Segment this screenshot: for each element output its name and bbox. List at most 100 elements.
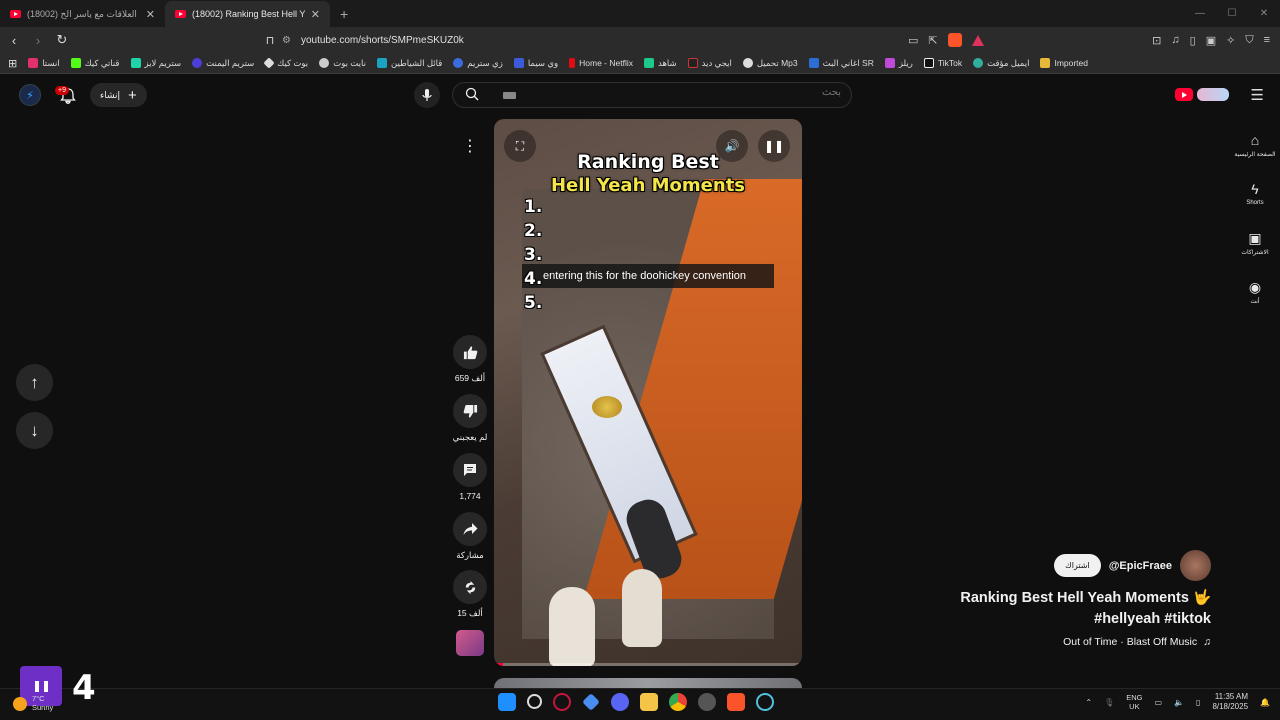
next-short-button[interactable]: ↓ bbox=[16, 412, 53, 449]
notifications-tray-icon[interactable]: 🔔 bbox=[1260, 698, 1270, 707]
brave-shields-icon[interactable] bbox=[947, 33, 962, 47]
opera-icon[interactable] bbox=[553, 693, 571, 711]
bookmark-item[interactable]: وي سيما bbox=[513, 58, 558, 69]
brave-icon[interactable] bbox=[727, 693, 745, 711]
sidebar-icon[interactable]: ▯ bbox=[1190, 34, 1196, 47]
music-attribution[interactable]: Out of Time · Blast Off Music ♫ bbox=[1063, 636, 1211, 648]
browser-tab[interactable]: (18002) كيف تنجح العلاقات مع ياسر الح.. … bbox=[0, 1, 165, 27]
bookmark-item[interactable]: شاهد bbox=[643, 58, 677, 69]
obs-icon[interactable] bbox=[698, 693, 716, 711]
share-page-icon[interactable]: ⇱ bbox=[928, 34, 937, 47]
volume-tray-icon[interactable]: 🔈 bbox=[1174, 698, 1184, 707]
vpn-icon[interactable]: ⛉ bbox=[1245, 34, 1253, 47]
pause-button[interactable]: ❚❚ bbox=[758, 130, 790, 162]
bookmark-item[interactable]: Home - Netflix bbox=[569, 58, 633, 68]
bookmark-item[interactable]: اغاني البث SR bbox=[808, 58, 874, 69]
leo-ai-icon[interactable]: ✧ bbox=[1226, 34, 1235, 47]
microphone-tray-icon[interactable]: 🎙 bbox=[1104, 698, 1114, 707]
search-icon[interactable] bbox=[465, 87, 479, 101]
remix-button[interactable] bbox=[453, 570, 487, 604]
create-button[interactable]: إنشاء + bbox=[90, 83, 147, 107]
close-tab-icon[interactable]: ✕ bbox=[311, 8, 320, 21]
bookmark-item[interactable]: قائل الشياطين bbox=[376, 58, 442, 69]
channel-avatar[interactable] bbox=[1180, 550, 1211, 581]
voice-search-button[interactable] bbox=[414, 82, 440, 108]
dislike-button[interactable] bbox=[453, 394, 487, 428]
youtube-logo[interactable] bbox=[1175, 86, 1230, 103]
battery-icon[interactable]: ▯ bbox=[1196, 698, 1200, 707]
tray-overflow-icon[interactable]: ⌃ bbox=[1085, 698, 1092, 707]
nav-home[interactable]: ⌂ الصفحة الرئيسية bbox=[1230, 120, 1280, 169]
video-progress-bar[interactable] bbox=[494, 663, 802, 666]
sound-thumbnail[interactable] bbox=[456, 630, 484, 656]
windows-start-icon[interactable] bbox=[498, 693, 516, 711]
back-icon[interactable]: ‹ bbox=[4, 33, 24, 48]
bookmark-item[interactable]: ريلز bbox=[884, 58, 913, 69]
bookmark-item[interactable]: TikTok bbox=[923, 58, 962, 68]
bookmark-item[interactable]: تحميل Mp3 bbox=[742, 58, 798, 69]
shorts-icon: ϟ bbox=[1251, 181, 1259, 197]
site-settings-icon[interactable]: ⚙ bbox=[282, 35, 291, 46]
menu-icon[interactable]: ≡ bbox=[1264, 34, 1270, 46]
bookmark-item[interactable]: ستريم لايز bbox=[130, 58, 181, 69]
bookmark-item[interactable]: قناتي كيك bbox=[70, 58, 120, 69]
language-indicator[interactable]: ENG UK bbox=[1126, 693, 1142, 711]
more-options-button[interactable]: ⋮ bbox=[454, 130, 486, 162]
minimize-icon[interactable]: — bbox=[1184, 0, 1216, 27]
bookmark-item[interactable]: ايجي ديد bbox=[687, 58, 732, 69]
clock[interactable]: 11:35 AM 8/18/2025 bbox=[1212, 692, 1248, 712]
like-action[interactable]: 659 ألف bbox=[446, 335, 494, 384]
bookmark-item[interactable]: نايت بوت bbox=[319, 58, 366, 69]
dislike-action[interactable]: لم يعجبني bbox=[446, 394, 494, 443]
window-close-icon[interactable]: ✕ bbox=[1248, 0, 1280, 27]
bookmark-item[interactable]: انستا bbox=[28, 58, 60, 69]
forward-icon[interactable]: › bbox=[28, 33, 48, 48]
nav-subscriptions[interactable]: ▣ الاشتراكات bbox=[1230, 218, 1280, 267]
subscribe-button[interactable]: اشتراك bbox=[1054, 554, 1101, 577]
bookmark-item[interactable]: بوت كيك bbox=[263, 57, 308, 69]
keyboard-icon[interactable] bbox=[503, 92, 516, 99]
cast-icon[interactable]: ▭ bbox=[908, 34, 918, 47]
discord-icon[interactable] bbox=[611, 693, 629, 711]
nav-shorts[interactable]: ϟ Shorts bbox=[1230, 169, 1280, 218]
chrome-icon[interactable] bbox=[669, 693, 687, 711]
account-avatar-icon[interactable]: ⚡ bbox=[19, 84, 41, 106]
search-input[interactable] bbox=[521, 87, 841, 98]
mute-button[interactable]: 🔊 bbox=[716, 130, 748, 162]
remix-action[interactable]: 15 ألف bbox=[446, 570, 494, 619]
fullscreen-button[interactable]: ⛶ bbox=[504, 130, 536, 162]
music-icon[interactable]: ♫ bbox=[1171, 34, 1179, 46]
comments-button[interactable] bbox=[453, 453, 487, 487]
share-action[interactable]: مشاركة bbox=[446, 512, 494, 561]
maximize-icon[interactable]: ☐ bbox=[1216, 0, 1248, 27]
bookmark-page-icon[interactable]: ⊓ bbox=[260, 34, 280, 47]
address-bar[interactable]: ⚙ youtube.com/shorts/SMPmeSKUZ0k bbox=[282, 30, 1002, 50]
bookmark-item[interactable]: ستريم اليمنت bbox=[192, 58, 254, 69]
reload-icon[interactable]: ↻ bbox=[52, 32, 72, 48]
guide-menu-icon[interactable]: ☰ bbox=[1251, 86, 1264, 104]
network-icon[interactable]: ▭ bbox=[1155, 698, 1163, 707]
brave-rewards-icon[interactable] bbox=[971, 34, 984, 46]
file-explorer-icon[interactable] bbox=[640, 693, 658, 711]
nav-you[interactable]: ◉ أنت bbox=[1230, 267, 1280, 316]
share-button[interactable] bbox=[453, 512, 487, 546]
app-icon[interactable] bbox=[582, 693, 600, 711]
apps-icon[interactable]: ⊞ bbox=[8, 57, 17, 70]
wallet-icon[interactable]: ▣ bbox=[1206, 34, 1216, 47]
channel-handle[interactable]: @EpicFraee bbox=[1109, 560, 1172, 572]
previous-short-button[interactable]: ↑ bbox=[16, 364, 53, 401]
new-tab-icon[interactable]: + bbox=[330, 1, 358, 27]
taskbar-search-icon[interactable] bbox=[527, 694, 542, 709]
search-box[interactable] bbox=[452, 82, 852, 108]
bookmark-item[interactable]: ايميل مؤقت bbox=[973, 58, 1029, 69]
browser-tab-active[interactable]: (18002) Ranking Best Hell Yea ✕ bbox=[165, 1, 330, 27]
bookmark-item[interactable]: زي ستريم bbox=[453, 58, 503, 69]
weather-widget[interactable]: 7°C Sunny bbox=[13, 694, 53, 712]
close-tab-icon[interactable]: ✕ bbox=[146, 8, 155, 21]
screenshot-icon[interactable]: ⊡ bbox=[1152, 34, 1161, 47]
shorts-video-player[interactable]: Ranking Best Hell Yeah Moments 1. 2. 3. … bbox=[494, 119, 802, 666]
comments-action[interactable]: 1,774 bbox=[446, 453, 494, 501]
like-button[interactable] bbox=[453, 335, 487, 369]
edge-icon[interactable] bbox=[756, 693, 774, 711]
bookmark-folder[interactable]: Imported bbox=[1040, 58, 1088, 68]
